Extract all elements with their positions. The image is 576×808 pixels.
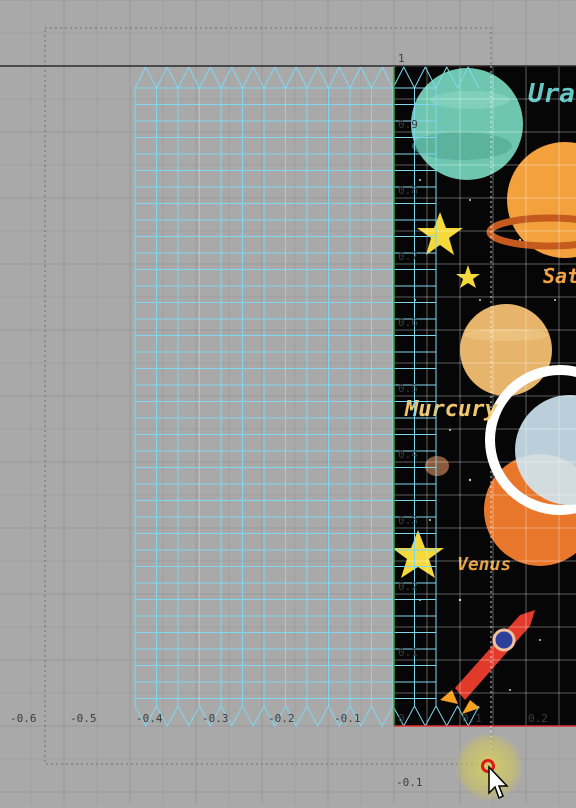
y-axis-label: 0.4 (398, 448, 418, 461)
x-axis-label: -0.2 (268, 712, 295, 725)
y-axis-label: 1 (398, 52, 405, 65)
y-axis-label: 0.2 (398, 580, 418, 593)
uranus-planet (411, 68, 523, 180)
y-axis-label: 0.5 (398, 382, 418, 395)
uv-editor-viewport[interactable]: Ura Sat Murcury Venus -0.6 -0.5 -0.4 -0.3 -0… (0, 0, 576, 804)
x-axis-label: 0 (398, 712, 405, 725)
mercury-planet (460, 304, 552, 396)
x-axis-label: 0.2 (528, 712, 548, 725)
x-axis-label: -0.6 (10, 712, 37, 725)
y-axis-label: 0.7 (398, 250, 418, 263)
x-axis-label: -0.5 (70, 712, 97, 725)
y-axis-label: 0.1 (398, 646, 418, 659)
y-axis-label: 0.8 (398, 184, 418, 197)
texture-grid-overlay (393, 65, 576, 727)
x-axis-labels: -0.6 -0.5 -0.4 -0.3 -0.2 -0.1 0 0.1 0.2 (10, 712, 548, 725)
y-axis-label: 0.6 (398, 316, 418, 329)
x-axis-label: -0.4 (136, 712, 163, 725)
y-axis-label: 0.3 (398, 514, 418, 527)
uranus-label: Ura (528, 79, 575, 109)
venus-label: Venus (457, 554, 511, 575)
x-axis-label: -0.3 (202, 712, 229, 725)
x-axis-label: 0.1 (462, 712, 482, 725)
y-axis-label: -0.1 (396, 776, 423, 789)
mouse-pointer-icon (488, 765, 509, 800)
x-axis-label: -0.1 (334, 712, 361, 725)
uv-canvas[interactable]: Ura Sat Murcury Venus -0.6 -0.5 -0.4 -0.3 -0… (0, 0, 576, 804)
y-axis-label: 0.9 (398, 118, 418, 131)
